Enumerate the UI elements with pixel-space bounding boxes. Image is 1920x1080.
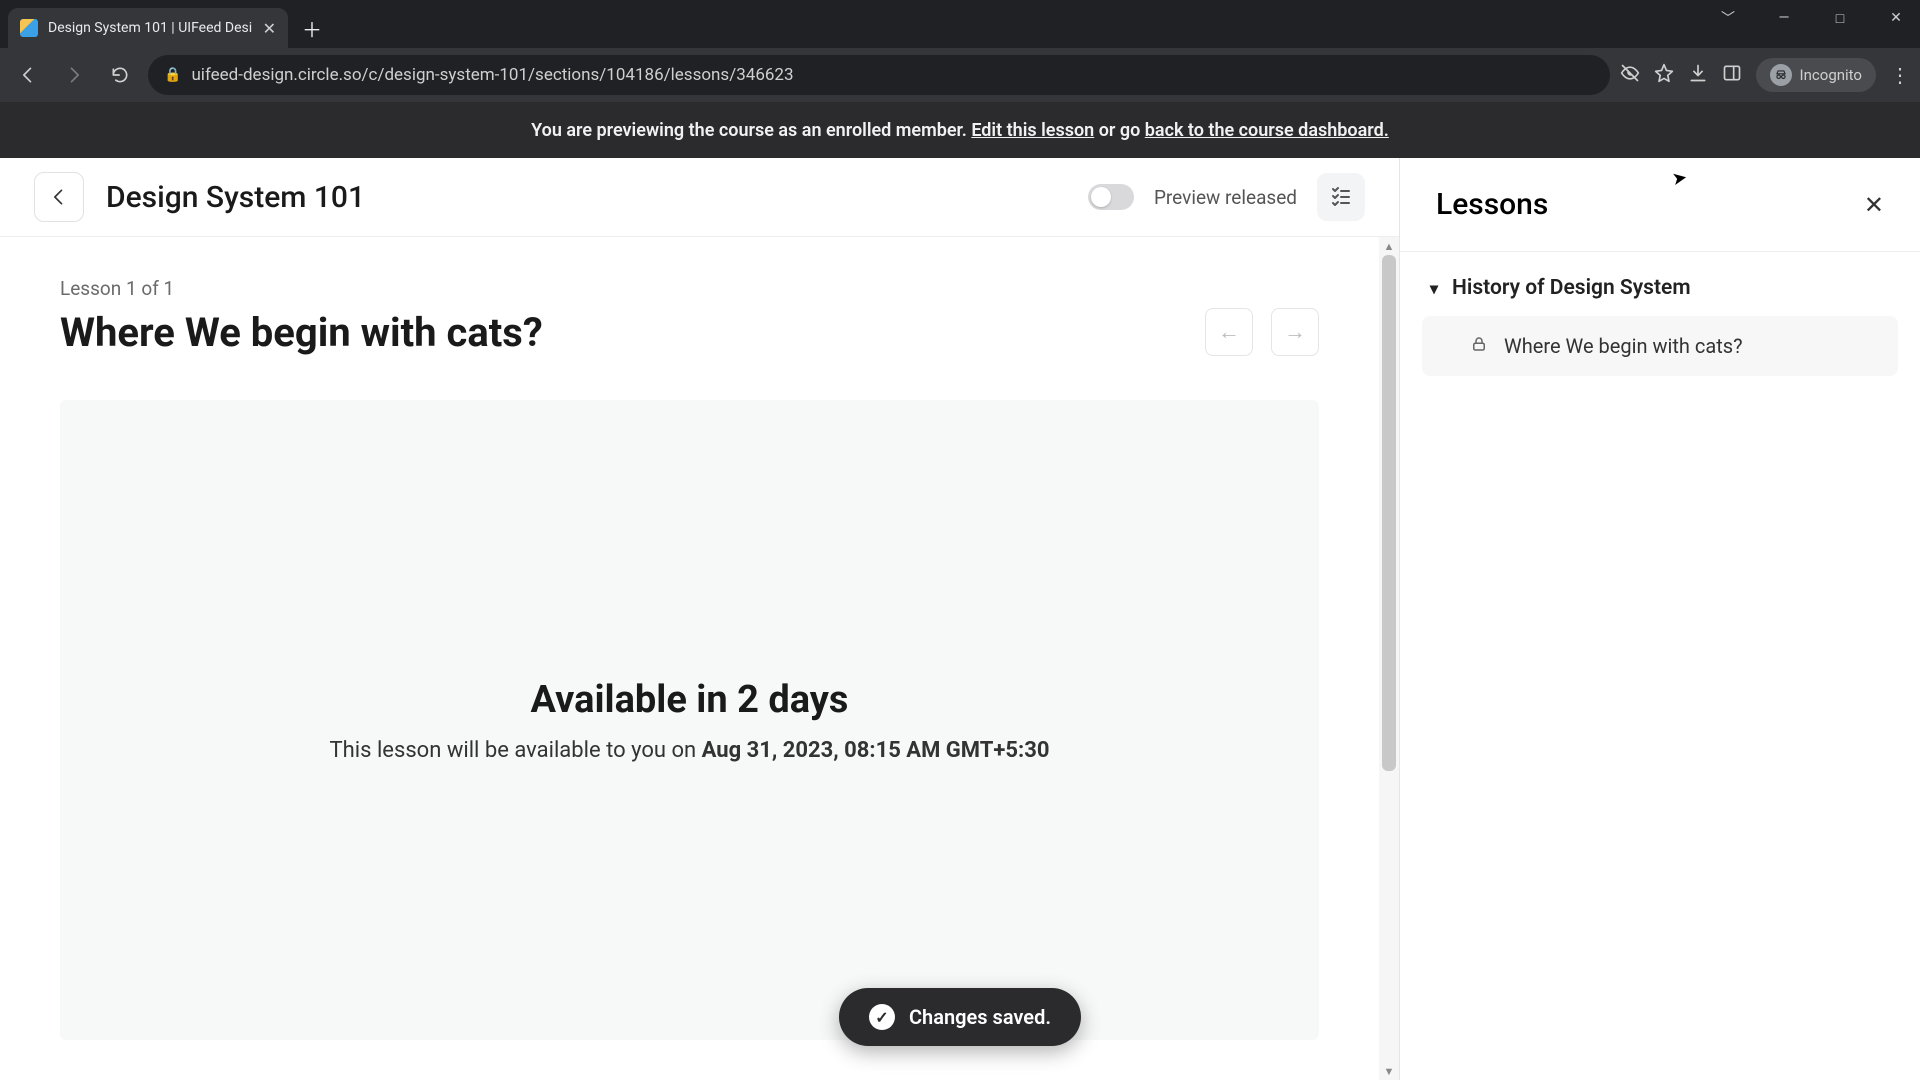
main-column: Design System 101 Preview released Lesso… — [0, 158, 1400, 1080]
scroll-up-icon[interactable]: ▲ — [1384, 237, 1395, 255]
nav-forward-button[interactable] — [56, 57, 92, 93]
lesson-nav: ← → — [1205, 308, 1319, 356]
section-title: History of Design System — [1452, 276, 1691, 300]
lesson-meta: Lesson 1 of 1 — [60, 277, 1319, 300]
eye-off-icon[interactable] — [1620, 63, 1640, 87]
lessons-panel-button[interactable] — [1317, 173, 1365, 221]
lessons-sidepanel: Lessons ✕ ▾ History of Design System Whe… — [1400, 158, 1920, 1080]
arrow-right-icon — [64, 65, 84, 85]
locked-lesson-card: Available in 2 days This lesson will be … — [60, 400, 1319, 1040]
lesson-list-item[interactable]: Where We begin with cats? — [1422, 316, 1898, 376]
tab-title: Design System 101 | UIFeed Desi — [48, 20, 253, 36]
panel-icon[interactable] — [1722, 63, 1742, 87]
lesson-item-label: Where We begin with cats? — [1504, 334, 1743, 358]
scrollbar[interactable]: ▲ ▼ — [1379, 237, 1399, 1080]
toggle-label: Preview released — [1154, 186, 1297, 209]
sidepanel-title: Lessons — [1436, 187, 1548, 222]
reload-icon — [110, 65, 130, 85]
url-text: uifeed-design.circle.so/c/design-system-… — [191, 65, 793, 85]
banner-middle: or go — [1099, 120, 1145, 141]
locked-description: This lesson will be available to you on … — [330, 738, 1050, 763]
minimize-icon[interactable]: ― — [1768, 10, 1800, 26]
scroll-down-icon[interactable]: ▼ — [1384, 1062, 1395, 1080]
chevron-down-icon: ▾ — [1430, 279, 1438, 298]
incognito-badge[interactable]: Incognito — [1756, 58, 1876, 92]
lock-icon: 🔒 — [164, 67, 181, 83]
main-header: Design System 101 Preview released — [0, 158, 1399, 237]
incognito-icon — [1770, 64, 1792, 86]
browser-tab[interactable]: Design System 101 | UIFeed Desi ✕ — [8, 8, 288, 48]
toolbar-right: Incognito ⋮ — [1620, 58, 1910, 92]
section-row[interactable]: ▾ History of Design System — [1400, 252, 1920, 306]
preview-banner: You are previewing the course as an enro… — [0, 102, 1920, 158]
sidepanel-close-button[interactable]: ✕ — [1864, 191, 1884, 219]
favicon-icon — [20, 19, 38, 37]
menu-icon[interactable]: ⋮ — [1890, 63, 1910, 87]
locked-datetime: Aug 31, 2023, 08:15 AM GMT+5:30 — [702, 738, 1050, 763]
close-window-icon[interactable]: ✕ — [1880, 10, 1912, 26]
browser-chrome: Design System 101 | UIFeed Desi ✕ ＋ ﹀ ― … — [0, 0, 1920, 102]
preview-released-toggle[interactable] — [1088, 184, 1134, 210]
new-tab-button[interactable]: ＋ — [296, 12, 328, 44]
course-title: Design System 101 — [106, 180, 365, 215]
lesson-title-row: Where We begin with cats? ← → — [60, 308, 1319, 356]
address-bar[interactable]: 🔒 uifeed-design.circle.so/c/design-syste… — [148, 55, 1610, 95]
list-check-icon — [1329, 185, 1353, 209]
banner-prefix: You are previewing the course as an enro… — [531, 120, 971, 141]
lock-icon — [1470, 335, 1488, 357]
scroll-thumb[interactable] — [1382, 255, 1396, 771]
scroll-track[interactable] — [1379, 255, 1399, 1062]
close-tab-icon[interactable]: ✕ — [263, 19, 276, 38]
next-lesson-button[interactable]: → — [1271, 308, 1319, 356]
browser-toolbar: 🔒 uifeed-design.circle.so/c/design-syste… — [0, 48, 1920, 102]
star-icon[interactable] — [1654, 63, 1674, 87]
maximize-icon[interactable]: □ — [1824, 10, 1856, 27]
prev-lesson-button[interactable]: ← — [1205, 308, 1253, 356]
locked-prefix: This lesson will be available to you on — [330, 738, 702, 763]
locked-heading: Available in 2 days — [531, 678, 849, 722]
reload-button[interactable] — [102, 57, 138, 93]
toast-notification: ✓ Changes saved. — [839, 988, 1081, 1046]
header-right: Preview released — [1088, 173, 1365, 221]
chevron-left-icon — [49, 187, 69, 207]
lesson-content: Lesson 1 of 1 Where We begin with cats? … — [0, 237, 1379, 1080]
toast-text: Changes saved. — [909, 1005, 1051, 1029]
lesson-title: Where We begin with cats? — [60, 309, 543, 356]
arrow-left-icon — [18, 65, 38, 85]
scroll-wrap: Lesson 1 of 1 Where We begin with cats? … — [0, 237, 1399, 1080]
check-circle-icon: ✓ — [869, 1004, 895, 1030]
tab-strip: Design System 101 | UIFeed Desi ✕ ＋ ﹀ ― … — [0, 0, 1920, 48]
toggle-knob — [1091, 187, 1111, 207]
chevron-down-icon[interactable]: ﹀ — [1712, 8, 1744, 28]
app-body: Design System 101 Preview released Lesso… — [0, 158, 1920, 1080]
nav-back-button[interactable] — [10, 57, 46, 93]
sidepanel-header: Lessons ✕ — [1400, 158, 1920, 252]
incognito-label: Incognito — [1800, 66, 1862, 84]
download-icon[interactable] — [1688, 63, 1708, 87]
back-to-dashboard-link[interactable]: back to the course dashboard. — [1145, 120, 1389, 141]
edit-lesson-link[interactable]: Edit this lesson — [971, 120, 1094, 141]
window-controls: ﹀ ― □ ✕ — [1712, 8, 1912, 28]
course-back-button[interactable] — [34, 172, 84, 222]
